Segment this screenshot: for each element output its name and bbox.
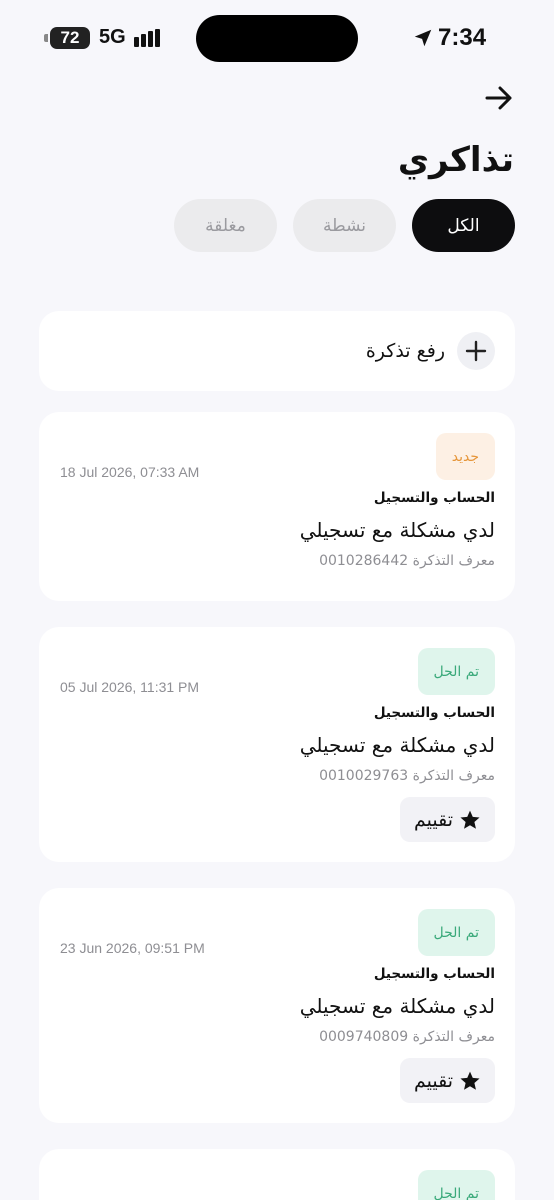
ticket-id: معرف التذكرة 0010029763 [319, 768, 495, 784]
status-badge: تم الحل [417, 1170, 495, 1200]
rate-button[interactable]: تقييم [399, 797, 495, 842]
arrow-right-icon[interactable] [484, 84, 514, 112]
ticket-date: 23 Jun 2026, 09:51 PM [60, 940, 205, 956]
signal-icon [134, 29, 162, 47]
ticket-category: الحساب والتسجيل [373, 966, 495, 982]
star-icon [460, 810, 480, 829]
ticket-title: لدي مشكلة مع تسجيلي [299, 733, 495, 757]
raise-ticket-label: رفع تذكرة [365, 340, 445, 362]
raise-ticket-button[interactable]: رفع تذكرة [39, 311, 515, 391]
ticket-title: لدي مشكلة مع تسجيلي [299, 994, 495, 1018]
ticket-id: معرف التذكرة 0009740809 [319, 1029, 495, 1045]
ticket-title: لدي مشكلة مع تسجيلي [299, 518, 495, 542]
rate-label: تقييم [413, 1069, 453, 1092]
star-icon [460, 1071, 480, 1090]
status-badge: تم الحل [417, 909, 495, 956]
status-badge: جديد [435, 433, 495, 480]
ticket-card[interactable]: تم الحل 05 Jul 2026, 11:31 PM الحساب وال… [39, 627, 515, 862]
location-arrow-icon [414, 29, 432, 47]
ticket-category: الحساب والتسجيل [373, 490, 495, 506]
rate-label: تقييم [413, 808, 453, 831]
ticket-id: معرف التذكرة 0010286442 [319, 553, 495, 569]
page-title: تذاكري [397, 140, 514, 180]
clock: 7:34 [438, 24, 487, 51]
ticket-card[interactable]: تم الحل 23 Jun 2026, 09:51 PM الحساب وال… [39, 888, 515, 1123]
ticket-date: 18 Jul 2026, 07:33 AM [60, 464, 200, 480]
tab-all[interactable]: الكل [412, 199, 515, 252]
ticket-card[interactable]: تم الحل [39, 1149, 515, 1200]
ticket-date: 05 Jul 2026, 11:31 PM [60, 679, 200, 695]
ticket-card[interactable]: جديد 18 Jul 2026, 07:33 AM الحساب والتسج… [39, 412, 515, 601]
status-badge: تم الحل [417, 648, 495, 695]
filter-tabs: الكل نشطة مغلقة [174, 199, 515, 252]
plus-icon [457, 332, 495, 370]
tab-active[interactable]: نشطة [293, 199, 396, 252]
battery-indicator: 72 [44, 27, 90, 49]
ticket-category: الحساب والتسجيل [373, 705, 495, 721]
network-type: 5G [99, 26, 126, 48]
tab-closed[interactable]: مغلقة [174, 199, 277, 252]
status-bar: 72 5G 7:34 [0, 0, 554, 76]
rate-button[interactable]: تقييم [399, 1058, 495, 1103]
dynamic-island [196, 15, 358, 62]
